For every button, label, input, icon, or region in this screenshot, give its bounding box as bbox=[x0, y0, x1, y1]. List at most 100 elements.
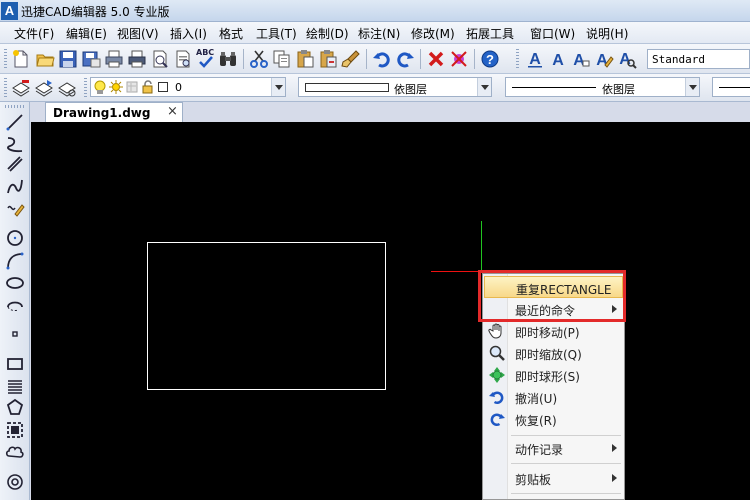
orbit-icon bbox=[489, 367, 505, 383]
drawn-rectangle[interactable] bbox=[147, 242, 386, 390]
purge-icon[interactable] bbox=[449, 49, 469, 69]
arc-icon[interactable] bbox=[5, 251, 25, 271]
menu-item-repeat-rectangle[interactable]: 重复RECTANGLE bbox=[484, 276, 623, 298]
toolbar-separator bbox=[474, 49, 475, 69]
toolbar-grip[interactable] bbox=[4, 49, 7, 69]
drawing-canvas[interactable] bbox=[31, 122, 750, 500]
point-icon[interactable] bbox=[5, 324, 25, 344]
layer-match-icon[interactable] bbox=[57, 78, 77, 98]
donut-icon[interactable] bbox=[5, 472, 25, 492]
toolbar-grip[interactable] bbox=[516, 49, 519, 69]
line-icon[interactable] bbox=[5, 112, 25, 132]
menu-file[interactable]: 文件(F) bbox=[14, 25, 54, 42]
menu-item-realtime-orbit[interactable]: 即时球形(S) bbox=[484, 364, 623, 386]
region-icon[interactable] bbox=[5, 420, 25, 440]
tab-drawing1[interactable]: Drawing1.dwg × bbox=[45, 102, 183, 122]
text-style-pencil-icon[interactable]: A bbox=[594, 49, 614, 69]
find-text-icon[interactable]: A bbox=[617, 49, 637, 69]
multiline-icon[interactable] bbox=[5, 154, 25, 174]
print-icon[interactable] bbox=[104, 49, 124, 69]
help-icon[interactable]: ? bbox=[480, 49, 500, 69]
text-style-select[interactable]: Standard bbox=[647, 49, 750, 69]
chevron-down-icon[interactable] bbox=[271, 78, 285, 96]
menu-help[interactable]: 说明(H) bbox=[586, 25, 628, 42]
freeze-viewport-icon bbox=[126, 81, 138, 93]
app-logo-icon[interactable]: A bbox=[1, 2, 18, 20]
menu-item-label: 恢复(R) bbox=[515, 414, 557, 428]
match-properties-brush-icon[interactable] bbox=[341, 49, 361, 69]
menu-bar: 文件(F) 编辑(E) 视图(V) 插入(I) 格式 工具(T) 绘制(D) 标… bbox=[0, 22, 750, 44]
paste-special-icon[interactable] bbox=[318, 49, 338, 69]
polyline-icon[interactable] bbox=[5, 134, 25, 154]
open-file-icon[interactable] bbox=[35, 49, 55, 69]
layer-previous-icon[interactable] bbox=[34, 78, 54, 98]
binoculars-icon[interactable] bbox=[218, 49, 238, 69]
paste-icon[interactable] bbox=[295, 49, 315, 69]
circle-icon[interactable] bbox=[5, 228, 25, 248]
toolbar-separator bbox=[420, 49, 421, 69]
menu-item-realtime-zoom[interactable]: 即时缩放(Q) bbox=[484, 342, 623, 364]
ellipse-arc-icon[interactable] bbox=[5, 295, 25, 315]
menu-modify[interactable]: 修改(M) bbox=[411, 25, 455, 42]
spline-icon[interactable] bbox=[5, 176, 25, 196]
svg-text:A: A bbox=[552, 52, 564, 69]
spell-check-icon[interactable]: ABC bbox=[195, 48, 215, 68]
menu-item-label: 即时缩放(Q) bbox=[515, 348, 582, 362]
single-line-text-icon[interactable]: A bbox=[548, 49, 568, 69]
color-select[interactable]: 依图层 bbox=[298, 77, 492, 97]
chevron-down-icon[interactable] bbox=[685, 78, 699, 96]
polygon-icon[interactable] bbox=[5, 398, 25, 418]
color-value: 依图层 bbox=[394, 83, 427, 96]
edit-text-icon[interactable]: A bbox=[571, 49, 591, 69]
close-icon[interactable]: × bbox=[167, 104, 178, 119]
menu-separator bbox=[511, 493, 621, 494]
menu-item-label: 剪贴板 bbox=[515, 473, 552, 487]
menu-extend-tools[interactable]: 拓展工具 bbox=[466, 25, 514, 42]
layer-select[interactable]: 0 bbox=[90, 77, 286, 97]
multiline-text-icon[interactable]: A bbox=[525, 49, 545, 69]
menu-draw[interactable]: 绘制(D) bbox=[306, 25, 349, 42]
menu-edit[interactable]: 编辑(E) bbox=[66, 25, 107, 42]
cut-icon[interactable] bbox=[249, 49, 269, 69]
find-icon[interactable] bbox=[173, 49, 193, 69]
menu-item-redo[interactable]: 恢复(R) bbox=[484, 408, 623, 430]
tab-label: Drawing1.dwg bbox=[53, 106, 151, 120]
rectangle-icon[interactable] bbox=[5, 354, 25, 374]
copy-icon[interactable] bbox=[272, 49, 292, 69]
new-file-icon[interactable] bbox=[11, 49, 31, 69]
menu-item-action-recorder[interactable]: 动作记录 bbox=[484, 437, 623, 459]
toolbar-separator bbox=[366, 49, 367, 69]
menu-window[interactable]: 窗口(W) bbox=[530, 25, 575, 42]
menu-separator bbox=[511, 435, 621, 436]
toolbar-grip[interactable] bbox=[84, 78, 87, 98]
menu-item-undo[interactable]: 撤消(U) bbox=[484, 386, 623, 408]
save-icon[interactable] bbox=[58, 49, 78, 69]
menu-item-recent-commands[interactable]: 最近的命令 bbox=[484, 298, 623, 320]
toolbar-separator bbox=[243, 49, 244, 69]
menu-view[interactable]: 视图(V) bbox=[117, 25, 159, 42]
linetype-select[interactable]: 依图层 bbox=[505, 77, 700, 97]
menu-item-clipboard[interactable]: 剪贴板 bbox=[484, 467, 623, 489]
redo-icon[interactable] bbox=[395, 49, 415, 69]
hatch-icon[interactable] bbox=[5, 376, 25, 396]
cloud-icon[interactable] bbox=[5, 442, 25, 462]
sun-icon bbox=[109, 80, 123, 94]
svg-text:A: A bbox=[529, 51, 541, 68]
print-preview-icon[interactable] bbox=[150, 49, 170, 69]
plot-icon[interactable] bbox=[127, 49, 147, 69]
menu-dimension[interactable]: 标注(N) bbox=[358, 25, 400, 42]
lineweight-select[interactable] bbox=[712, 77, 750, 97]
delete-icon[interactable] bbox=[426, 49, 446, 69]
menu-tools[interactable]: 工具(T) bbox=[256, 25, 297, 42]
undo-icon[interactable] bbox=[372, 49, 392, 69]
sketch-pencil-icon[interactable] bbox=[5, 198, 25, 218]
menu-format[interactable]: 格式 bbox=[219, 25, 243, 42]
toolbar-grip[interactable] bbox=[5, 105, 25, 108]
menu-item-realtime-pan[interactable]: 即时移动(P) bbox=[484, 320, 623, 342]
toolbar-grip[interactable] bbox=[4, 78, 7, 98]
ellipse-icon[interactable] bbox=[5, 273, 25, 293]
menu-insert[interactable]: 插入(I) bbox=[170, 25, 207, 42]
layer-manager-icon[interactable] bbox=[11, 78, 31, 98]
chevron-down-icon[interactable] bbox=[477, 78, 491, 96]
save-as-icon[interactable] bbox=[81, 49, 101, 69]
